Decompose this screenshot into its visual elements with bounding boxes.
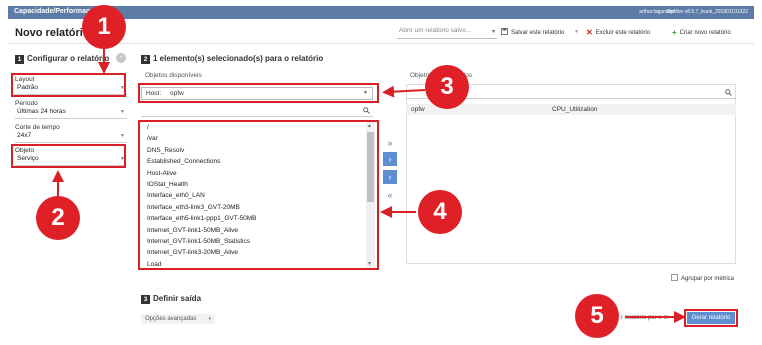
- remove-button[interactable]: ‹: [383, 170, 397, 184]
- section1-number: 1: [15, 55, 24, 64]
- save-report-label: Salvar este relatório: [511, 30, 565, 36]
- saved-report-placeholder: Abrir um relatório salvo...: [399, 27, 472, 34]
- chevron-down-icon: ▼: [120, 133, 125, 139]
- agrupar-checkbox[interactable]: Agrupar por métrica: [671, 274, 734, 282]
- page-title: Novo relatório: [15, 27, 90, 39]
- search-icon: [725, 89, 732, 96]
- chevron-down-icon: ▾: [491, 29, 495, 35]
- new-report-label: Criar novo relatório: [679, 30, 731, 36]
- corte-value: 24x7: [17, 132, 32, 139]
- corte-label: Corte de tempo: [15, 124, 60, 131]
- callout-3: 3: [425, 65, 469, 109]
- add-all-button[interactable]: »: [383, 136, 397, 150]
- checkbox-box[interactable]: [671, 274, 678, 281]
- add-button[interactable]: ›: [383, 152, 397, 166]
- periodo-select[interactable]: Últimas 24 horas ▼: [15, 108, 127, 119]
- layout-highlight: [11, 73, 126, 97]
- periodo-value: Últimas 24 horas: [17, 108, 66, 115]
- corte-select[interactable]: 24x7 ▼: [15, 132, 127, 143]
- floppy-icon: [501, 28, 508, 35]
- app-version: OpMon v8.5.7_trunk_201901101322: [666, 9, 748, 15]
- advanced-options-select[interactable]: Opções avançadas ▾: [141, 314, 215, 324]
- new-report-button[interactable]: + Criar novo relatório: [672, 28, 731, 37]
- delete-report-button[interactable]: ✕ Excluir este relatório: [586, 28, 651, 37]
- collapse-panel-button[interactable]: ‹: [116, 53, 126, 63]
- toolbar-divider: ▾: [575, 29, 579, 35]
- agrupar-label: Agrupar por métrica: [681, 276, 735, 282]
- list-highlight: [138, 120, 379, 270]
- section2-number: 2: [141, 55, 150, 64]
- section1-title: Configurar o relatório: [27, 54, 110, 63]
- generate-highlight: [684, 309, 738, 327]
- saved-report-select[interactable]: Abrir um relatório salvo... ▾: [397, 27, 497, 39]
- callout-2: 2: [36, 196, 80, 240]
- delete-report-label: Excluir este relatório: [595, 30, 651, 36]
- section2-heading: 21 elemento(s) selecionado(s) para o rel…: [141, 54, 323, 64]
- chevron-down-icon: ▼: [120, 109, 125, 115]
- periodo-label: Período: [15, 100, 38, 107]
- selected-host: opfw: [411, 106, 425, 113]
- plus-icon: +: [672, 28, 677, 37]
- section3-title: Definir saída: [153, 294, 202, 303]
- chevron-left-icon: ‹: [119, 54, 123, 61]
- section3-number: 3: [141, 295, 150, 304]
- section1-heading: 1 Configurar o relatório: [15, 54, 109, 64]
- callout-4: 4: [418, 190, 462, 234]
- save-report-button[interactable]: Salvar este relatório: [501, 28, 564, 36]
- callout-5: 5: [575, 294, 619, 338]
- search-icon: [363, 107, 370, 114]
- remove-all-button[interactable]: «: [383, 188, 397, 202]
- selected-service: CPU_Utilization: [552, 106, 598, 113]
- available-search-input[interactable]: [141, 105, 373, 117]
- callout-1: 1: [82, 5, 126, 49]
- advanced-options-label: Opções avançadas: [145, 316, 197, 322]
- chevron-down-icon: ▾: [208, 316, 211, 322]
- close-icon: ✕: [586, 28, 593, 37]
- section2-title: 1 elemento(s) selecionado(s) para o rela…: [153, 54, 324, 63]
- email-report-link[interactable]: r relatório por e-m: [621, 315, 669, 321]
- section3-heading: 3 Definir saída: [141, 294, 201, 304]
- available-objects-label: Objetos disponíveis: [145, 72, 202, 79]
- objeto-highlight: [11, 144, 126, 168]
- host-highlight: [138, 83, 379, 103]
